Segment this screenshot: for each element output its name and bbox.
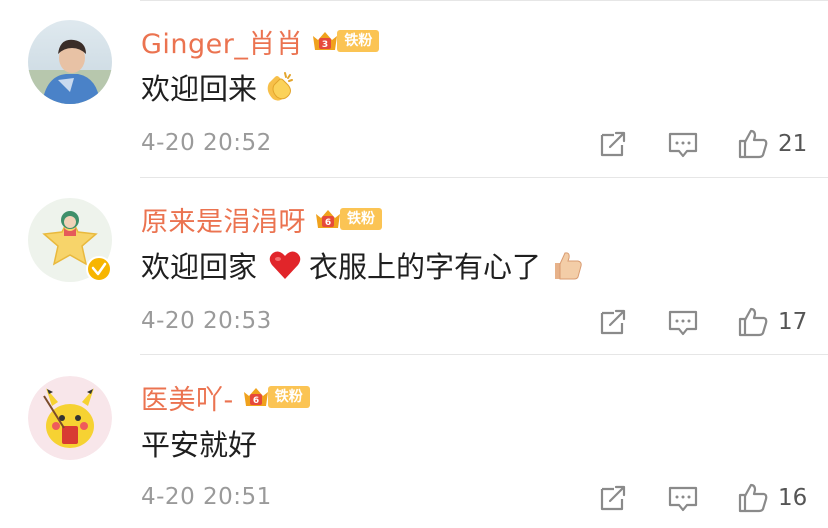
username[interactable]: 医美吖-: [141, 378, 234, 417]
comment-actions: 17: [596, 305, 807, 339]
avatar[interactable]: [28, 198, 112, 282]
comment-divider: [140, 354, 828, 355]
username-row: 医美吖- 6 铁粉: [141, 378, 310, 417]
comment-text-body: 欢迎回来: [141, 72, 258, 106]
thumbs-up-icon: [555, 252, 582, 280]
comment-item: Ginger_肖肖 3 铁粉 欢迎回来 4-20 20:52 21: [0, 0, 828, 176]
crown-icon: 3: [313, 32, 338, 50]
comment-item: 原来是涓涓呀 6 铁粉 欢迎回家 衣服上的字有心了 4-20 20:53 17: [0, 178, 828, 354]
comment-time: 4-20 20:51: [141, 484, 272, 510]
username-row: 原来是涓涓呀 6 铁粉: [141, 200, 382, 239]
fan-badge-label: 铁粉: [337, 30, 380, 52]
username[interactable]: Ginger_肖肖: [141, 22, 303, 61]
comment-time: 4-20 20:52: [141, 130, 272, 156]
red-heart-icon: [269, 251, 301, 279]
comment-time: 4-20 20:53: [141, 308, 272, 334]
fan-badge-label: 铁粉: [267, 386, 310, 408]
like-count: 21: [778, 131, 808, 157]
comment-actions: 21: [596, 127, 807, 161]
avatar[interactable]: [28, 376, 112, 460]
username-row: Ginger_肖肖 3 铁粉: [141, 22, 380, 61]
like-count: 17: [778, 309, 808, 335]
like-icon[interactable]: [736, 127, 770, 161]
username[interactable]: 原来是涓涓呀: [141, 200, 306, 239]
fan-badge-label: 铁粉: [340, 208, 382, 230]
fan-badge: 3 铁粉: [311, 28, 380, 54]
like-count: 16: [778, 485, 808, 511]
crown-icon: 6: [243, 388, 268, 406]
avatar[interactable]: [28, 20, 112, 104]
repost-icon[interactable]: [596, 481, 630, 515]
comment-text-body-2: 衣服上的字有心了: [309, 250, 542, 284]
comment-icon[interactable]: [666, 127, 700, 161]
verified-icon: [86, 256, 112, 282]
comment-text: 平安就好: [141, 422, 257, 464]
repost-icon[interactable]: [596, 127, 630, 161]
clapping-hands-icon: [267, 72, 294, 101]
repost-icon[interactable]: [596, 305, 630, 339]
fan-badge: 6 铁粉: [242, 384, 310, 410]
fan-level: 3: [322, 40, 328, 50]
fan-level: 6: [253, 396, 259, 406]
like-icon[interactable]: [736, 481, 770, 515]
comment-text-body: 平安就好: [141, 428, 258, 462]
comment-text-body-1: 欢迎回家: [141, 250, 258, 284]
comment-text: 欢迎回家 衣服上的字有心了: [141, 244, 589, 286]
comment-icon[interactable]: [666, 305, 700, 339]
comment-icon[interactable]: [666, 481, 700, 515]
fan-badge: 6 铁粉: [314, 206, 382, 232]
crown-icon: 6: [316, 210, 340, 228]
comment-text: 欢迎回来: [141, 66, 301, 108]
comment-actions: 16: [596, 481, 807, 515]
like-icon[interactable]: [736, 305, 770, 339]
comment-item: 医美吖- 6 铁粉 平安就好 4-20 20:51 16: [0, 356, 828, 528]
fan-level: 6: [325, 218, 331, 228]
